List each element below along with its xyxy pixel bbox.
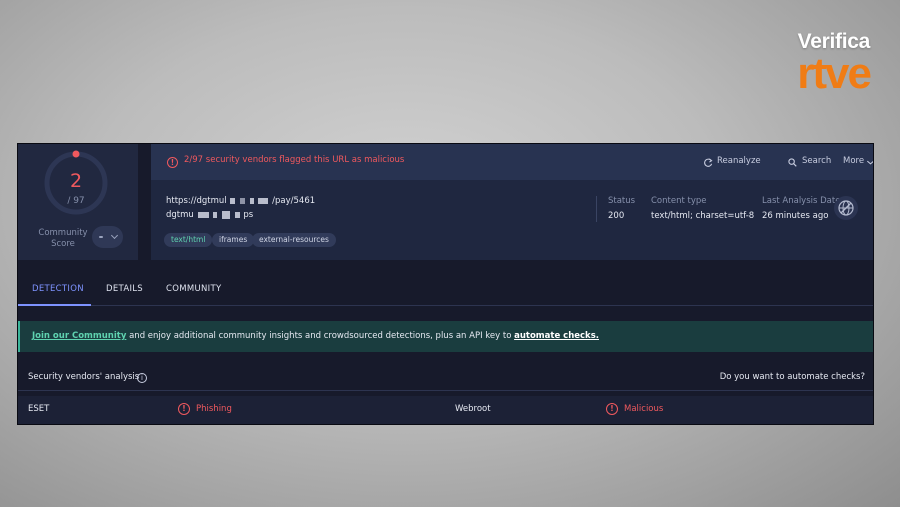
virustotal-window: 2 / 97 Community Score 2/97 security ven… [17,143,874,425]
globe-icon [838,200,854,216]
rtve-verifica-logo: Verifica rtve [750,30,872,98]
url-host: dgtmu ps [166,210,253,220]
tab-community[interactable]: COMMUNITY [166,284,221,294]
meta-divider [596,196,597,222]
automate-checks-question[interactable]: Do you want to automate checks? [720,372,865,382]
tab-bar: DETECTION DETAILS COMMUNITY [18,274,873,306]
table-row: ESET Phishing Webroot Malicious [18,396,873,424]
tag-text-html[interactable]: text/html [164,233,213,247]
active-tab-indicator [18,304,91,306]
last-analysis-value: 26 minutes ago [762,211,829,221]
banner-text: Join our Community and enjoy additional … [32,331,599,341]
url-header-panel: 2/97 security vendors flagged this URL a… [151,144,873,260]
search-button[interactable]: Search [802,156,831,166]
analyzed-url: https://dgtmul /pay/5461 [166,196,315,206]
last-analysis-label: Last Analysis Date [762,196,841,206]
content-type-label: Content type [651,196,707,206]
community-score-panel: 2 / 97 Community Score [18,144,138,260]
status-label: Status [608,196,636,206]
host-suffix: ps [243,210,254,220]
alert-icon [606,403,618,415]
search-icon [788,158,797,167]
banner-body: and enjoy additional community insights … [126,331,515,341]
vendor-result: Malicious [624,404,664,414]
url-thumbnail[interactable] [834,196,858,220]
redaction-mark [197,211,209,218]
chevron-down-icon [110,231,119,240]
community-score-label: Community Score [38,228,88,249]
alert-icon [167,157,178,168]
content-type-value: text/html; charset=utf-8 [651,211,755,221]
tab-details[interactable]: DETAILS [106,284,143,294]
url-prefix: https://dgtmul [166,196,227,206]
redaction-mark [240,197,246,204]
join-community-link[interactable]: Join our Community [32,331,126,341]
vendor-result: Phishing [196,404,232,414]
redaction-mark [221,210,230,219]
redaction-mark [234,211,240,218]
tag-iframes[interactable]: iframes [212,233,255,247]
vendors-title: Security vendors' analysis [28,372,140,382]
redaction-mark [249,197,254,204]
chevron-down-icon [866,160,873,165]
reanalyze-button[interactable]: Reanalyze [717,156,761,166]
redaction-mark [230,197,236,204]
reanalyze-icon [704,158,713,167]
info-icon[interactable]: i [137,373,147,383]
status-value: 200 [608,211,625,221]
redaction-mark [258,197,269,204]
alert-text: 2/97 security vendors flagged this URL a… [184,155,405,165]
community-banner: Join our Community and enjoy additional … [18,321,873,352]
alert-icon [178,403,190,415]
automate-checks-link[interactable]: automate checks. [514,331,599,341]
detection-count: 2 [69,170,83,192]
host-prefix: dgtmu [166,210,194,220]
vendors-header: Security vendors' analysis i Do you want… [18,365,873,391]
vendor-name: Webroot [455,404,491,414]
tag-external-resources[interactable]: external-resources [252,233,336,247]
detection-total: / 97 [67,196,85,206]
minus-icon [99,236,103,238]
vendor-name: ESET [28,404,50,414]
tab-detection[interactable]: DETECTION [32,284,84,294]
community-vote-toggle[interactable] [92,226,123,248]
redaction-mark [213,211,218,218]
logo-rtve-text: rtve [797,49,872,98]
malicious-alert-bar: 2/97 security vendors flagged this URL a… [151,144,873,180]
more-button[interactable]: More [843,156,864,166]
url-path: /pay/5461 [272,196,316,206]
